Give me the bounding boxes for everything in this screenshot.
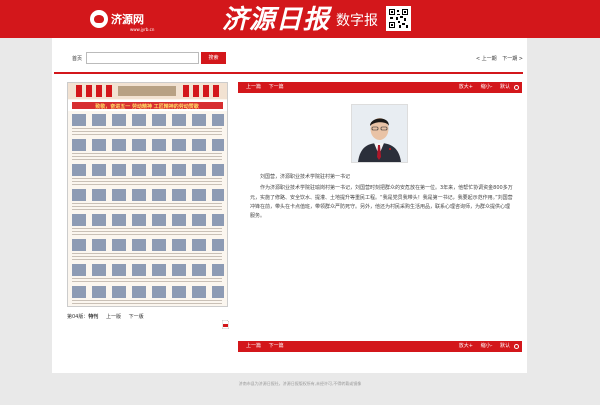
page-name: 特刊 xyxy=(88,314,99,320)
header-rule xyxy=(54,72,523,74)
page-container: 首页 搜索 < 上一期 下一期 > 致敬，奋进五一 劳动精神 工匠精神的劳动赞歌 xyxy=(52,38,527,373)
page-navigation: 第04版：特刊 上一版 下一版 xyxy=(67,313,150,320)
prev-article-link-bottom[interactable]: 上一篇 xyxy=(246,343,261,349)
page-number-label: 第04版： xyxy=(67,314,89,320)
default-size-button-bottom[interactable]: 默认 xyxy=(500,343,510,349)
pdf-download-icon[interactable] xyxy=(221,319,230,330)
site-header: 济源网 www.jyrb.cn 济源日报 数字报 xyxy=(0,0,600,38)
svg-text:致敬，奋进五一 劳动精神 工匠精神的劳动赞歌: 致敬，奋进五一 劳动精神 工匠精神的劳动赞歌 xyxy=(95,103,199,110)
close-circle-icon[interactable] xyxy=(514,85,519,90)
footer: 济南市县为济源日报社，济源日报版权所有,未经许可,不得转载或镜像 xyxy=(238,381,362,386)
prev-page-link[interactable]: 上一版 xyxy=(106,314,121,320)
brand-name: 济源日报 xyxy=(222,5,331,35)
next-article-link-bottom[interactable]: 下一篇 xyxy=(269,343,284,349)
search-input[interactable] xyxy=(86,52,199,64)
logo-text: 济源网 xyxy=(111,12,144,26)
qr-code-icon xyxy=(386,6,411,31)
article-caption: 刘国营，济源职业技术学院驻村第一书记 xyxy=(260,174,351,180)
zoom-in-button[interactable]: 放大+ xyxy=(459,84,473,90)
home-link[interactable]: 首页 xyxy=(72,55,82,62)
article-toolbar-top: 上一篇 下一篇 放大+ 缩小- 默认 xyxy=(238,82,522,93)
site-logo[interactable]: 济源网 www.jyrb.cn xyxy=(90,9,154,32)
page-label: 第04版：特刊 xyxy=(67,314,98,320)
next-issue-link[interactable]: 下一期 > xyxy=(502,56,523,62)
article-toolbar-bottom: 上一篇 下一篇 放大+ 缩小- 默认 xyxy=(238,341,522,352)
article-panel: 上一篇 下一篇 放大+ 缩小- 默认 刘国营，济源职业技术学院驻村第一书记 作为… xyxy=(238,82,522,352)
newspaper-brand: 济源日报 数字报 xyxy=(222,4,378,34)
page-thumbnail[interactable]: 致敬，奋进五一 劳动精神 工匠精神的劳动赞歌 xyxy=(67,82,228,307)
zoom-out-button[interactable]: 缩小- xyxy=(481,84,493,90)
prev-issue-link[interactable]: < 上一期 xyxy=(476,56,497,62)
article-body: 刘国营，济源职业技术学院驻村第一书记 作为济源职业技术学院驻瑜岗村第一书记，刘国… xyxy=(250,173,514,223)
article-photo xyxy=(351,104,408,163)
zoom-in-button-bottom[interactable]: 放大+ xyxy=(459,343,473,349)
page-thumbnail-panel: 致敬，奋进五一 劳动精神 工匠精神的劳动赞歌 第04版：特刊 上一版 下一版 xyxy=(67,82,230,346)
zoom-out-button-bottom[interactable]: 缩小- xyxy=(481,343,493,349)
next-page-link[interactable]: 下一版 xyxy=(129,314,144,320)
default-size-button[interactable]: 默认 xyxy=(500,84,510,90)
close-circle-icon-bottom[interactable] xyxy=(514,344,519,349)
toolbar: 首页 搜索 < 上一期 下一期 > xyxy=(52,38,527,74)
logo-badge-icon xyxy=(90,10,108,28)
next-article-link[interactable]: 下一篇 xyxy=(269,84,284,90)
issue-nav: < 上一期 下一期 > xyxy=(472,55,523,62)
search-button[interactable]: 搜索 xyxy=(201,52,226,64)
prev-article-link[interactable]: 上一篇 xyxy=(246,84,261,90)
article-paragraph: 作为济源职业技术学院驻瑜岗村第一书记，刘国营时刻把群众的安危放在第一位。3年来，… xyxy=(250,185,513,220)
brand-subtitle: 数字报 xyxy=(336,13,379,29)
logo-url: www.jyrb.cn xyxy=(130,26,155,32)
